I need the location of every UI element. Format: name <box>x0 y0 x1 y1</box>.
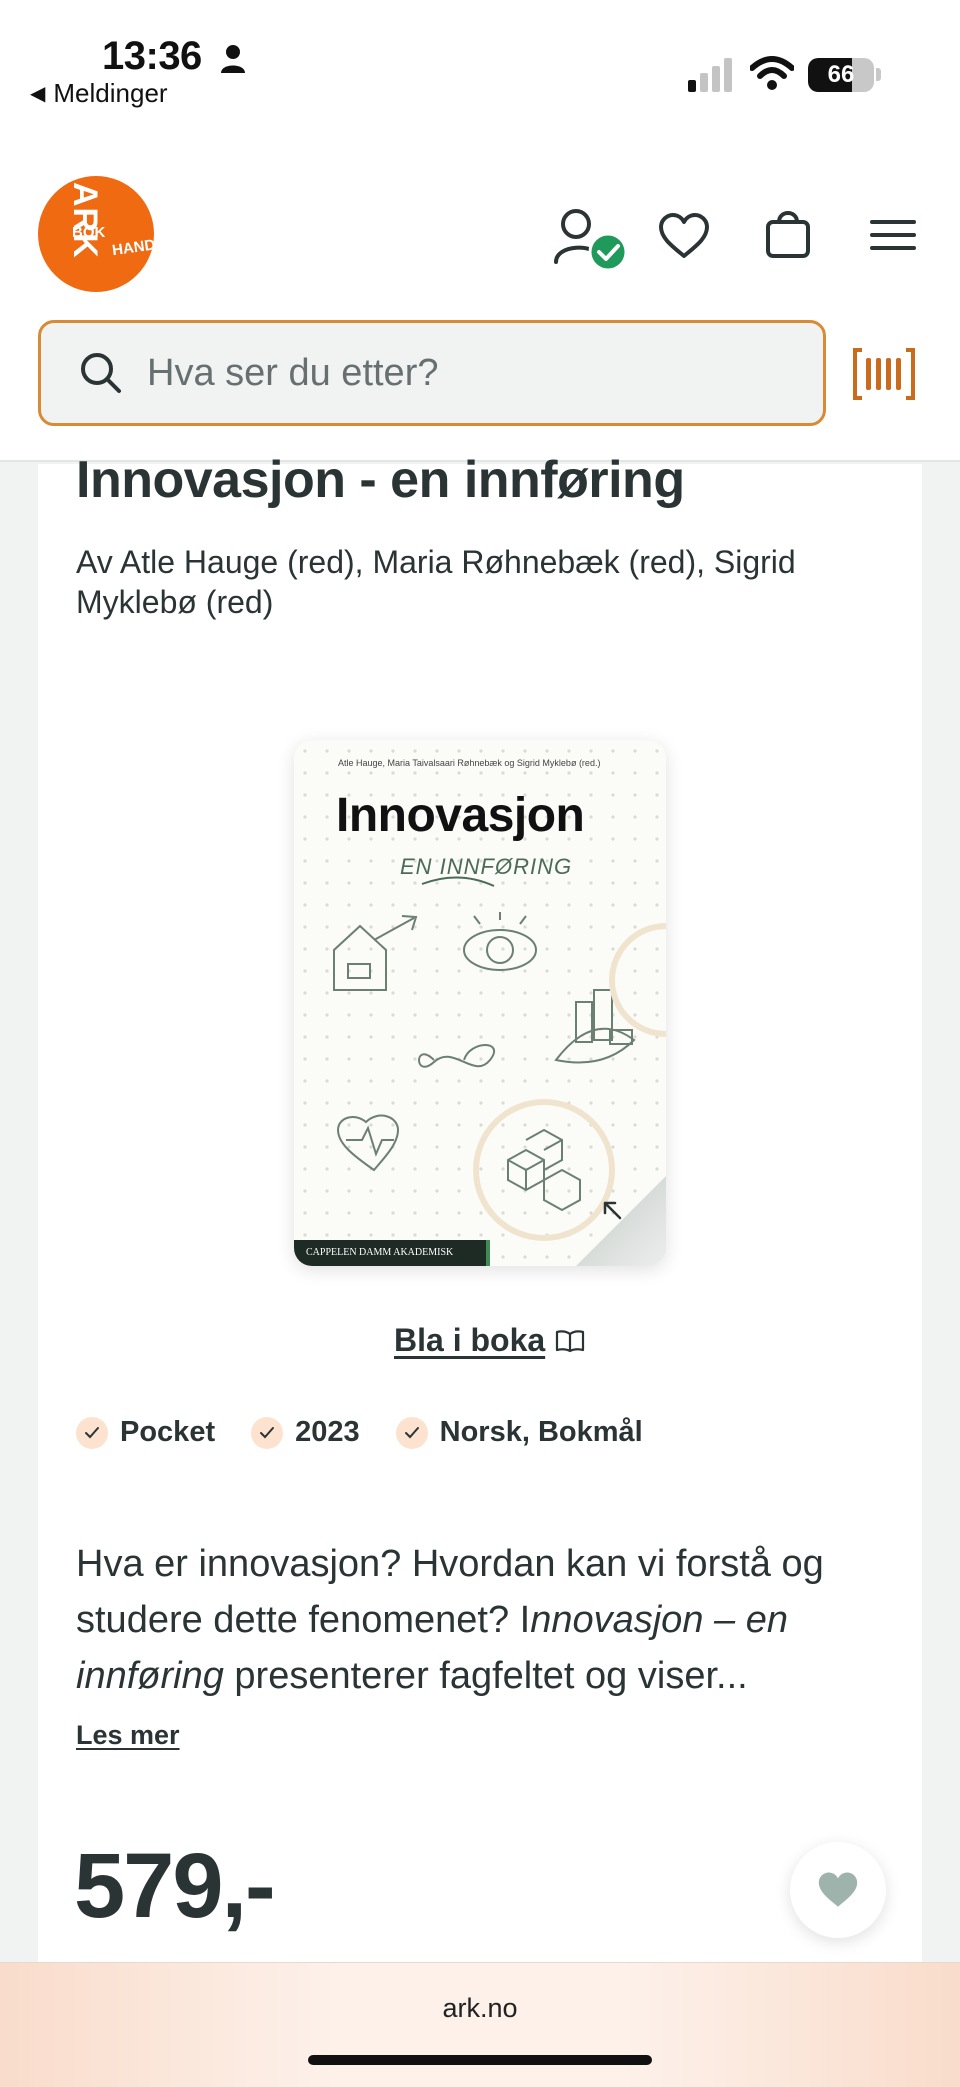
browser-address-bar: ark.no <box>0 1962 960 2087</box>
battery-tip <box>876 68 881 81</box>
favorite-button[interactable] <box>790 1842 886 1938</box>
cellular-signal-icon <box>688 58 732 92</box>
product-description: Hva er innovasjon? Hvordan kan vi forstå… <box>76 1536 896 1704</box>
search-placeholder: Hva ser du etter? <box>147 351 439 394</box>
tag-language-label: Norsk, Bokmål <box>439 1416 643 1448</box>
back-label: Meldinger <box>53 78 168 108</box>
menu-icon[interactable] <box>870 218 916 252</box>
product-authors: Av Atle Hauge (red), Maria Røhnebæk (red… <box>76 544 796 620</box>
status-bar: 13:36 ◀ Meldinger 66 <box>0 0 960 120</box>
bag-icon[interactable] <box>764 206 812 260</box>
book-cover-image[interactable]: Atle Hauge, Maria Taivalsaari Røhnebæk o… <box>294 740 666 1266</box>
cover-publisher: CAPPELEN DAMM AKADEMISK <box>294 1240 490 1266</box>
read-more-link[interactable]: Les mer <box>76 1720 180 1751</box>
tag-language: Norsk, Bokmål <box>395 1416 643 1449</box>
search-input[interactable]: Hva ser du etter? <box>38 320 826 426</box>
tag-year-label: 2023 <box>295 1416 360 1448</box>
search-icon <box>81 353 121 393</box>
description-part2: presenterer fagfeltet og viser... <box>223 1655 748 1697</box>
battery-indicator: 66 <box>808 58 874 92</box>
back-triangle-icon: ◀ <box>30 83 46 105</box>
home-indicator[interactable] <box>308 2055 652 2065</box>
logo-bok-text: BOK <box>72 224 106 241</box>
product-card: Innovasjon - en innføring Av Atle Hauge … <box>38 451 922 1964</box>
logo-handel-text: HANDEL <box>111 233 154 260</box>
account-verified-icon[interactable] <box>552 206 632 276</box>
product-tags: Pocket 2023 Norsk, Bokmål <box>76 1416 643 1449</box>
tag-format: Pocket <box>76 1416 215 1449</box>
expand-arrow-icon <box>603 1201 622 1220</box>
check-icon <box>251 1416 284 1449</box>
product-price: 579,- <box>74 1835 276 1937</box>
check-icon <box>395 1416 428 1449</box>
status-time: 13:36 <box>102 34 202 78</box>
battery-level: 66 <box>827 61 855 88</box>
logo-ark-text: ARK <box>66 182 104 259</box>
wifi-icon <box>750 56 794 90</box>
check-icon <box>76 1416 108 1449</box>
ark-logo[interactable]: ARK BOK HANDEL <box>38 176 154 292</box>
barcode-scanner-icon[interactable] <box>852 348 916 400</box>
product-title: Innovasjon - en innføring <box>76 451 685 509</box>
browse-book-link[interactable]: Bla i boka <box>394 1322 585 1359</box>
back-to-app-button[interactable]: ◀ Meldinger <box>30 78 168 109</box>
person-icon <box>221 45 245 73</box>
heart-filled-icon <box>818 1872 858 1907</box>
heart-icon[interactable] <box>658 212 710 260</box>
open-book-icon <box>556 1329 585 1352</box>
tag-year: 2023 <box>251 1416 360 1449</box>
cover-illustrations <box>333 876 666 1241</box>
browse-book-label: Bla i boka <box>394 1322 546 1358</box>
browser-url[interactable]: ark.no <box>0 1993 960 2024</box>
site-header: ARK BOK HANDEL Hva ser du etter? <box>0 120 960 462</box>
tag-format-label: Pocket <box>120 1416 216 1448</box>
